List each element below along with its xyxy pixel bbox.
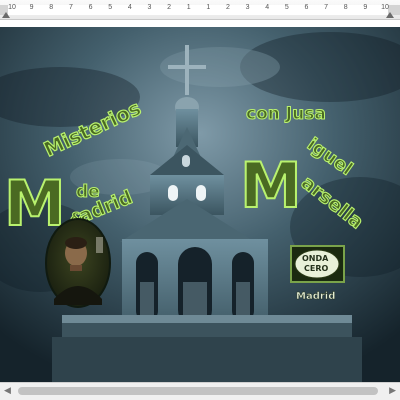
ruler-tick-label: 5: [108, 4, 113, 11]
ruler-tick-label: 9: [363, 4, 368, 11]
left-indent-marker[interactable]: [2, 12, 10, 18]
scroll-right-arrow-icon[interactable]: ▶: [389, 386, 396, 396]
poster-image[interactable]: Misterios M de & adrid con Jusa M iguel …: [0, 27, 400, 382]
ruler-tick-label: 6: [304, 4, 309, 11]
ruler-tick-label: 2: [167, 4, 171, 11]
host-photo: [45, 218, 111, 308]
host-initial-m: M: [240, 149, 302, 222]
ruler-tick-label: 1: [186, 4, 191, 11]
scrollbar-thumb[interactable]: [18, 387, 378, 395]
ruler-tick-label: 4: [127, 4, 132, 11]
ruler-tick-label: 4: [265, 4, 270, 11]
ruler-tick-label: 3: [147, 4, 152, 11]
scroll-left-arrow-icon[interactable]: ◀: [4, 386, 11, 396]
ruler-tick-label: 9: [29, 4, 34, 11]
horizontal-ruler: 10 9 8 7 6 5 4 3 2 1 1 2 3 4 5 6 7 8 9 10: [0, 0, 400, 20]
ruler-tick-label: 2: [225, 4, 230, 11]
radio-brand-bottom: CERO: [304, 264, 328, 273]
radio-brand-top: ONDA: [302, 254, 329, 263]
ruler-tick-label: 8: [49, 4, 54, 11]
ruler-tick-label: 10: [381, 4, 389, 11]
poster-artwork: Misterios M de & adrid con Jusa M iguel …: [0, 27, 400, 382]
right-indent-marker[interactable]: [386, 12, 394, 18]
ruler-tick-label: 1: [206, 4, 211, 11]
ruler-tick-label: 3: [245, 4, 250, 11]
radio-city: Madrid: [296, 291, 335, 302]
ruler-tick-label: 5: [284, 4, 289, 11]
horizontal-scrollbar[interactable]: ◀ ▶: [0, 382, 400, 400]
ruler-tick-label: 6: [88, 4, 93, 11]
ruler-tick-label: 7: [68, 4, 73, 11]
ruler-strip: [0, 5, 400, 15]
host-prefix: con Jusa: [246, 104, 326, 124]
ruler-tick-label: 10: [8, 4, 16, 11]
ruler-tick-label: 8: [343, 4, 348, 11]
ruler-tick-label: 7: [324, 4, 329, 11]
